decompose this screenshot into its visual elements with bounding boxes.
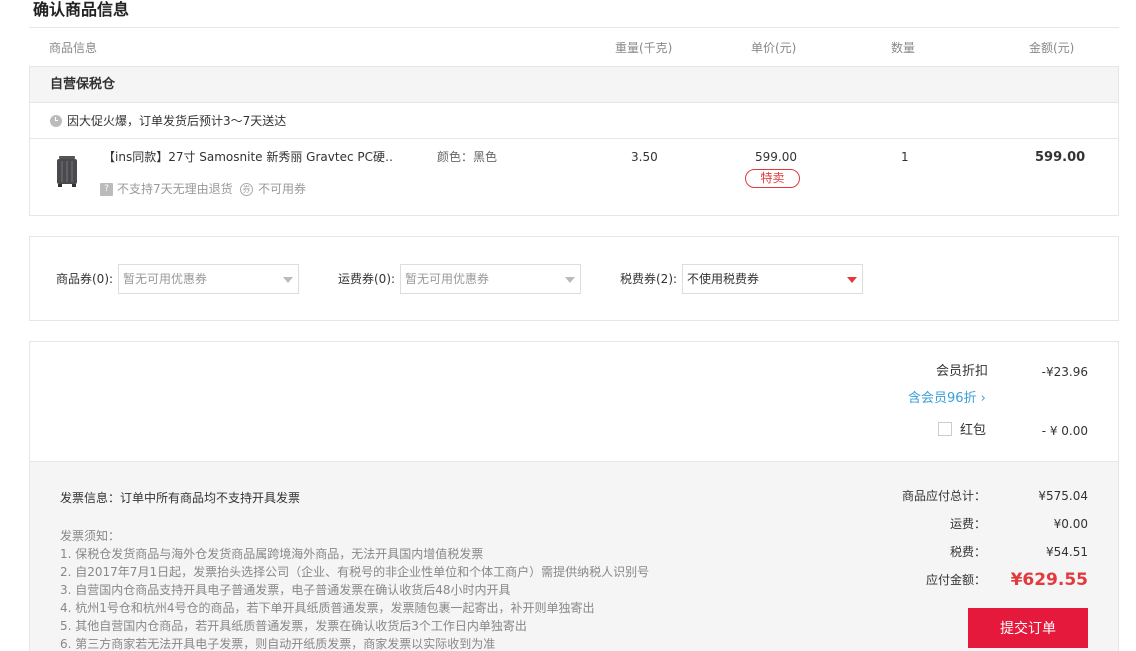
- invoice-notice-title: 发票须知：: [60, 529, 121, 543]
- item-name-link[interactable]: 【ins同款】27寸 Samosnite 新秀丽 Gravtec PC硬…: [103, 149, 393, 165]
- item-quantity: 1: [901, 150, 909, 164]
- column-header-unit-price: 单价(元): [751, 41, 797, 55]
- shipping-fee-value: ¥0.00: [1053, 517, 1088, 531]
- goods-total-value: ¥575.04: [1038, 489, 1088, 503]
- invoice-notice-line: 1. 保税仓发货商品与海外仓发货商品属跨境海外商品，无法开具国内增值税发票: [60, 547, 484, 561]
- invoice-info: 发票信息：订单中所有商品均不支持开具发票: [60, 491, 301, 505]
- column-header-weight: 重量(千克): [615, 41, 673, 55]
- chevron-down-icon: [283, 277, 293, 283]
- invoice-notice-line: 4. 杭州1号仓和杭州4号仓的商品，若下单开具纸质普通发票，发票随包裹一起寄出，…: [60, 601, 595, 615]
- redpacket-label: 红包: [960, 423, 987, 438]
- coupon-panel: 商品券(0): 暂无可用优惠券 运费券(0): 暂无可用优惠券 税费券(2): …: [29, 236, 1119, 321]
- tax-fee-label: 税费：: [949, 545, 986, 559]
- payable-amount-label: 应付金额：: [925, 573, 986, 587]
- page-title: 确认商品信息: [33, 0, 130, 19]
- redpacket-value: - ¥ 0.00: [1041, 424, 1088, 438]
- goods-coupon-select[interactable]: 暂无可用优惠券: [118, 264, 299, 294]
- member-discount-label: 会员折扣: [935, 364, 988, 379]
- column-header-info: 商品信息: [49, 41, 98, 55]
- tax-coupon-value: 不使用税费券: [687, 272, 760, 286]
- order-summary-panel: 会员折扣 -¥23.96 含会员96折 › 红包 - ¥ 0.00 发票信息：订…: [29, 341, 1119, 651]
- column-header-quantity: 数量: [891, 41, 916, 55]
- goods-coupon-value: 暂无可用优惠券: [123, 272, 208, 286]
- shipping-coupon-select[interactable]: 暂无可用优惠券: [400, 264, 581, 294]
- redpacket-checkbox[interactable]: [938, 422, 952, 436]
- question-icon: ?: [100, 182, 113, 196]
- tax-coupon-select[interactable]: 不使用税费券: [682, 264, 863, 294]
- delivery-notice-text: 因大促火爆，订单发货后预计3～7天送达: [67, 113, 287, 128]
- chevron-down-icon: [847, 277, 857, 283]
- shipping-coupon-value: 暂无可用优惠券: [405, 272, 490, 286]
- payable-amount-value: ¥629.55: [1010, 570, 1088, 590]
- delivery-notice: 因大促火爆，订单发货后预计3～7天送达: [30, 103, 1118, 139]
- chevron-down-icon: [565, 277, 575, 283]
- invoice-notice-line: 3. 自营国内仓商品支持开具电子普通发票，电子普通发票在确认收货后48小时内开具: [60, 583, 511, 597]
- item-color: 颜色：黑色: [437, 150, 498, 164]
- no-return-text: 不支持7天无理由退货: [117, 182, 233, 196]
- special-sale-badge: 特卖: [745, 169, 800, 188]
- goods-coupon-label: 商品券(0):: [56, 272, 114, 286]
- shipping-coupon-label: 运费券(0):: [338, 272, 396, 286]
- no-coupon-text: 不可用券: [258, 182, 307, 196]
- luggage-thumbnail-icon[interactable]: [56, 155, 78, 187]
- item-weight: 3.50: [631, 150, 658, 164]
- invoice-notice-line: 2. 自2017年7月1日起，发票抬头选择公司（企业、有税号的非企业性单位和个体…: [60, 565, 650, 579]
- item-row: 【ins同款】27寸 Samosnite 新秀丽 Gravtec PC硬… 颜色…: [30, 139, 1118, 215]
- item-amount: 599.00: [1035, 150, 1086, 165]
- vip-discount-link[interactable]: 含会员96折 ›: [908, 391, 986, 407]
- tax-fee-value: ¥54.51: [1046, 545, 1088, 559]
- item-unit-price: 599.00: [755, 150, 797, 164]
- ticket-icon: 券: [240, 182, 253, 196]
- tax-coupon-label: 税费券(2):: [620, 272, 678, 286]
- submit-order-button[interactable]: 提交订单: [968, 608, 1088, 648]
- clock-icon: [50, 114, 62, 127]
- discount-section: 会员折扣 -¥23.96 含会员96折 › 红包 - ¥ 0.00: [30, 342, 1118, 462]
- no-return-flag: ? 不支持7天无理由退货: [100, 181, 233, 197]
- member-discount-value: -¥23.96: [1041, 365, 1088, 379]
- column-header-amount: 金额(元): [1029, 41, 1075, 55]
- invoice-notice-line: 6. 第三方商家若无法开具电子发票，则自动开纸质发票，商家发票以实际收到为准: [60, 637, 496, 651]
- shipping-fee-label: 运费：: [949, 517, 986, 531]
- warehouse-name: 自营保税仓: [30, 67, 1118, 103]
- no-coupon-flag: 券 不可用券: [240, 181, 306, 197]
- goods-total-label: 商品应付总计：: [901, 489, 986, 503]
- invoice-and-totals-section: 发票信息：订单中所有商品均不支持开具发票 发票须知： 1. 保税仓发货商品与海外…: [30, 462, 1118, 651]
- title-divider: [29, 27, 1119, 28]
- invoice-notice-line: 5. 其他自营国内仓商品，若开具纸质普通发票，发票在确认收货后3个工作日内单独寄…: [60, 619, 527, 633]
